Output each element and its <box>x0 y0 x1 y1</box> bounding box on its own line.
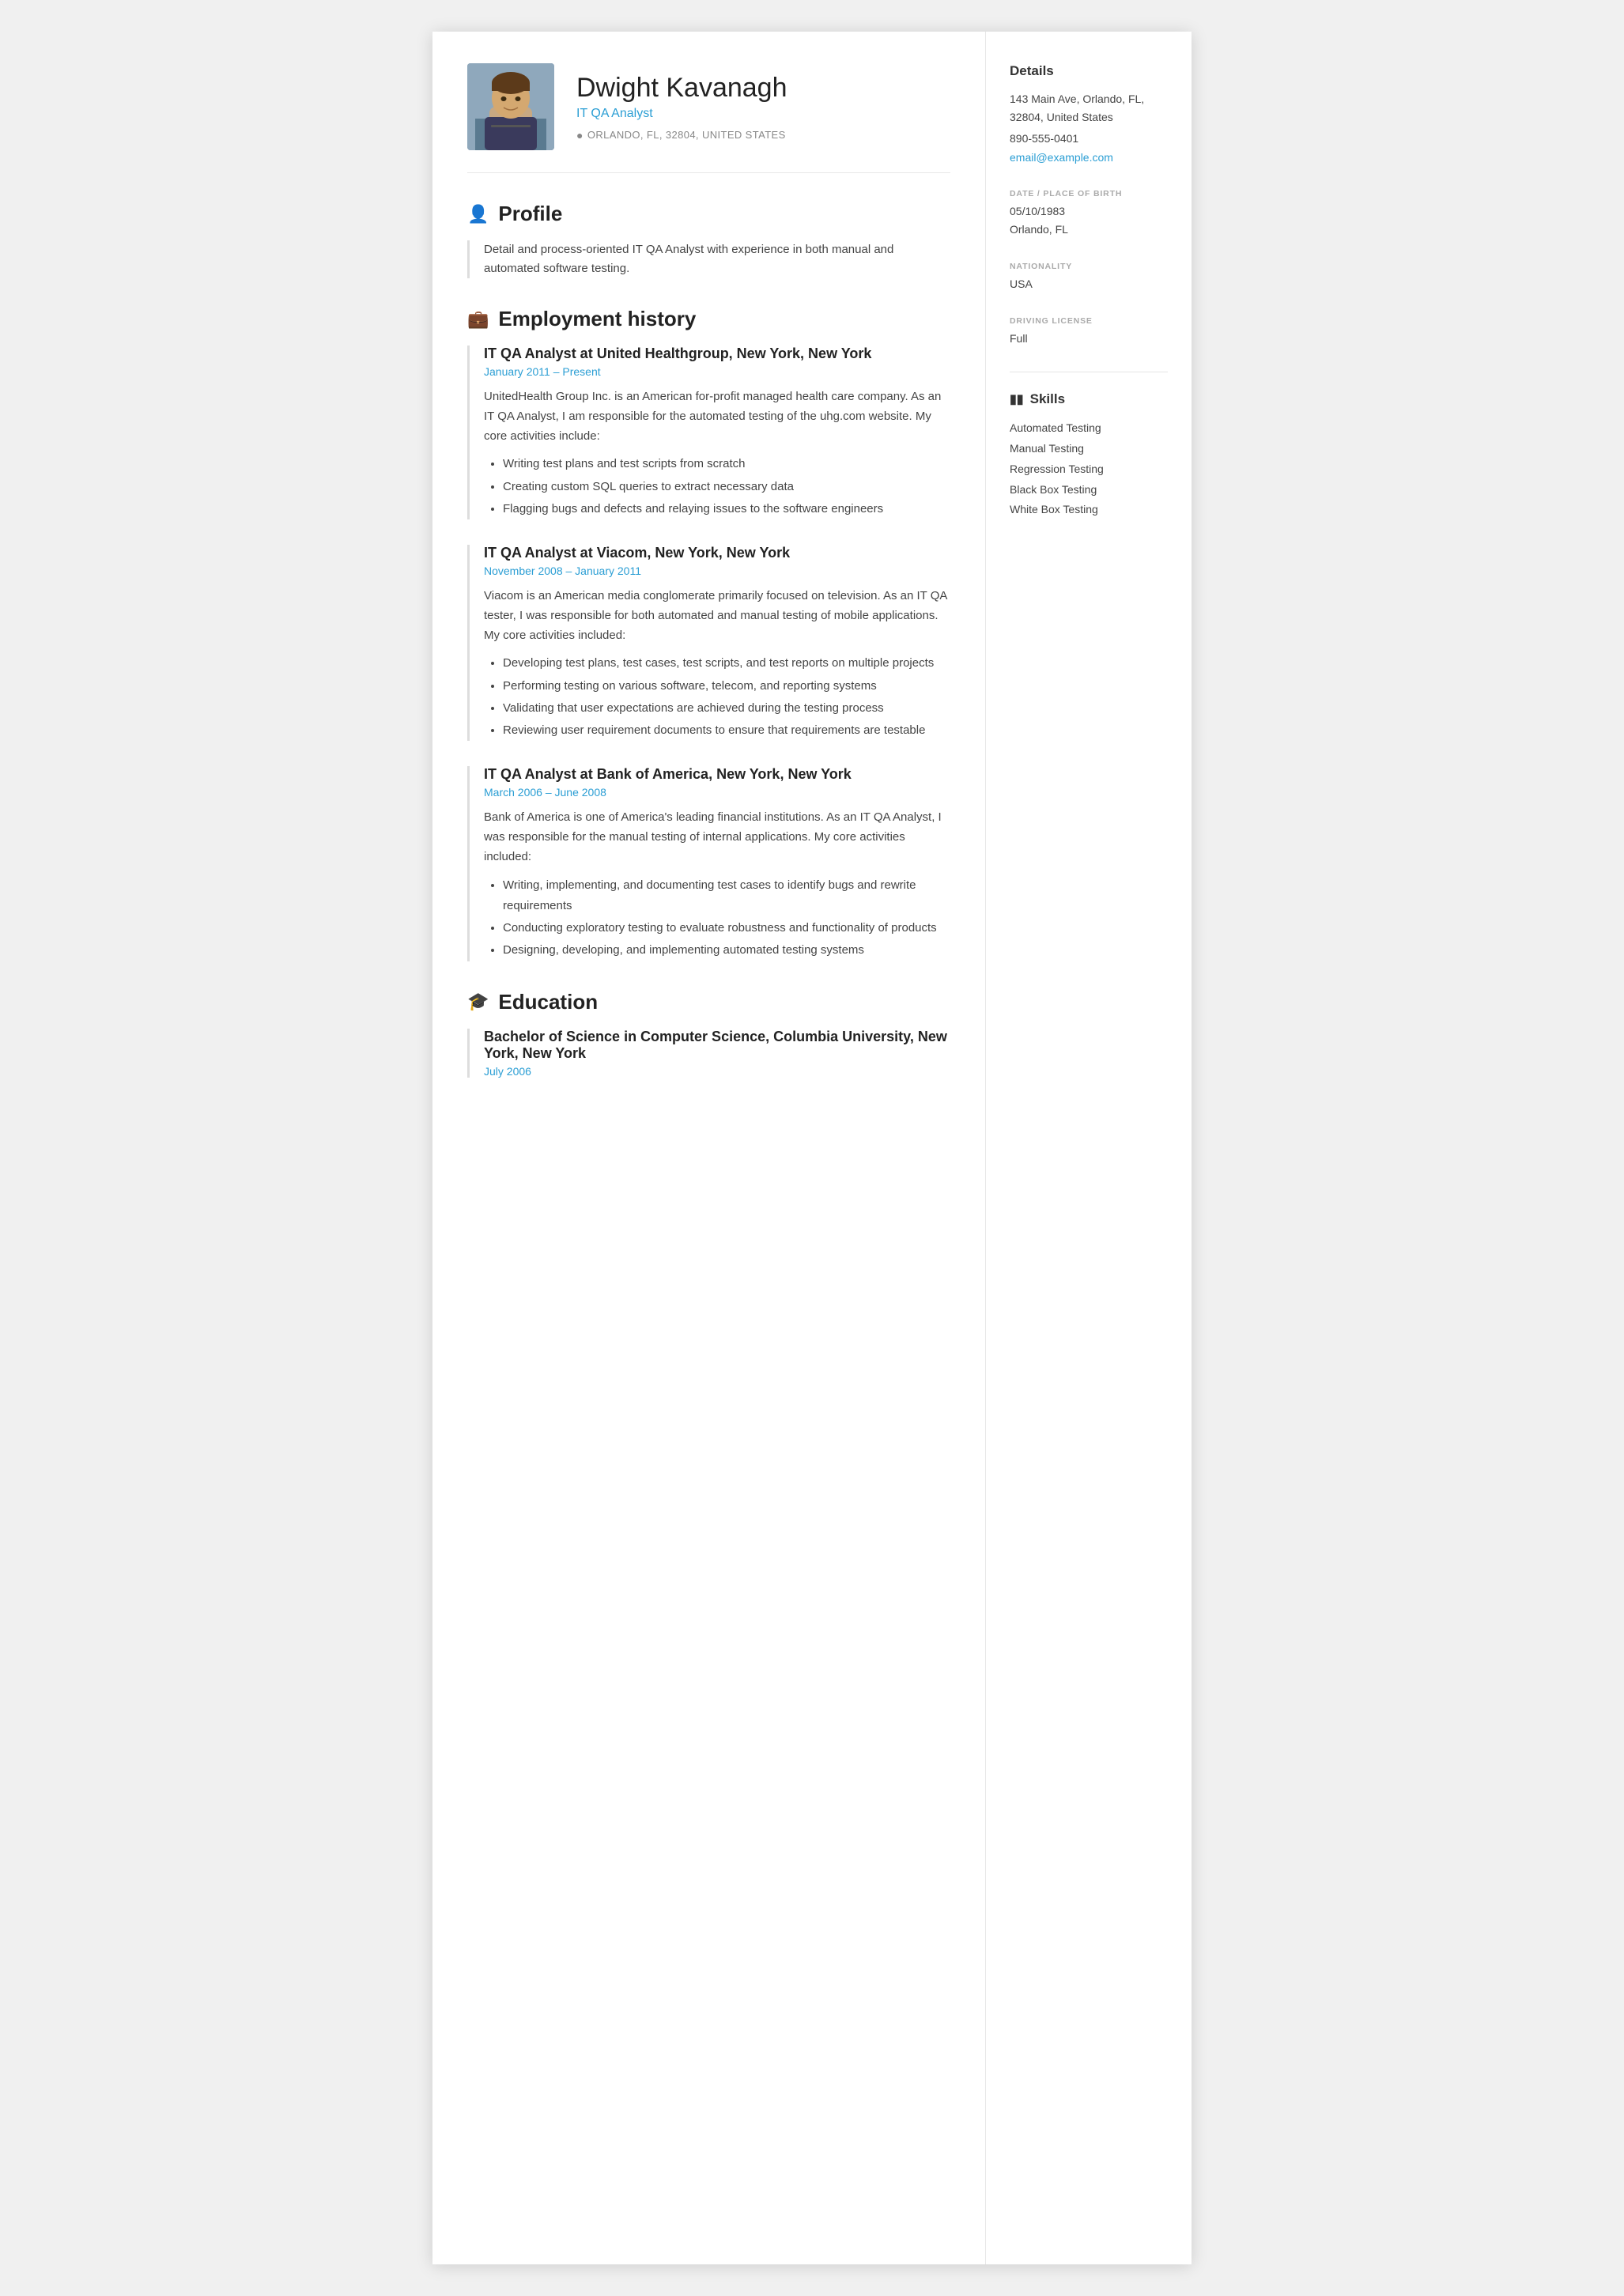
sidebar-details: Details 143 Main Ave, Orlando, FL, 32804… <box>1010 63 1168 165</box>
bullet-item: Designing, developing, and implementing … <box>503 940 950 961</box>
sidebar-address: 143 Main Ave, Orlando, FL, 32804, United… <box>1010 90 1168 127</box>
job-dates-1: January 2011 – Present <box>484 365 950 378</box>
education-section-title: 🎓 Education <box>467 990 950 1014</box>
sidebar-nationality: NATIONALITY USA <box>1010 262 1168 293</box>
edu-entry-1: Bachelor of Science in Computer Science,… <box>467 1029 950 1078</box>
skills-icon: ▮▮ <box>1010 391 1024 407</box>
bullet-item: Validating that user expectations are ac… <box>503 698 950 719</box>
sidebar-driving-value: Full <box>1010 330 1168 347</box>
skill-4: Black Box Testing <box>1010 480 1168 500</box>
bullet-item: Developing test plans, test cases, test … <box>503 653 950 674</box>
sidebar: Details 143 Main Ave, Orlando, FL, 32804… <box>986 32 1192 2264</box>
education-section: 🎓 Education Bachelor of Science in Compu… <box>467 990 950 1078</box>
candidate-location: ● ORLANDO, FL, 32804, UNITED STATES <box>576 129 787 142</box>
employment-icon: 💼 <box>467 309 489 330</box>
sidebar-phone: 890-555-0401 <box>1010 130 1168 148</box>
job-entry-2: IT QA Analyst at Viacom, New York, New Y… <box>467 545 950 741</box>
sidebar-driving: DRIVING LICENSE Full <box>1010 316 1168 347</box>
job-title-1: IT QA Analyst at United Healthgroup, New… <box>484 346 950 362</box>
candidate-name: Dwight Kavanagh <box>576 73 787 104</box>
sidebar-dob-value: 05/10/1983Orlando, FL <box>1010 202 1168 238</box>
edu-dates-1: July 2006 <box>484 1065 950 1078</box>
job-description-1: UnitedHealth Group Inc. is an American f… <box>484 387 950 446</box>
job-entry-3: IT QA Analyst at Bank of America, New Yo… <box>467 766 950 961</box>
job-title-3: IT QA Analyst at Bank of America, New Yo… <box>484 766 950 783</box>
skill-1: Automated Testing <box>1010 418 1168 439</box>
header: Dwight Kavanagh IT QA Analyst ● ORLANDO,… <box>467 63 950 173</box>
bullet-item: Writing test plans and test scripts from… <box>503 454 950 474</box>
sidebar-driving-label: DRIVING LICENSE <box>1010 316 1168 326</box>
job-bullets-3: Writing, implementing, and documenting t… <box>484 875 950 961</box>
education-icon: 🎓 <box>467 991 489 1012</box>
job-bullets-2: Developing test plans, test cases, test … <box>484 653 950 741</box>
employment-section-title: 💼 Employment history <box>467 307 950 331</box>
skill-5: White Box Testing <box>1010 500 1168 520</box>
candidate-job-title: IT QA Analyst <box>576 107 787 121</box>
header-info: Dwight Kavanagh IT QA Analyst ● ORLANDO,… <box>576 73 787 142</box>
sidebar-nationality-value: USA <box>1010 275 1168 293</box>
sidebar-dob: DATE / PLACE OF BIRTH 05/10/1983Orlando,… <box>1010 189 1168 238</box>
resume-container: Dwight Kavanagh IT QA Analyst ● ORLANDO,… <box>432 32 1192 2264</box>
job-title-2: IT QA Analyst at Viacom, New York, New Y… <box>484 545 950 561</box>
job-description-3: Bank of America is one of America's lead… <box>484 808 950 867</box>
main-content: Dwight Kavanagh IT QA Analyst ● ORLANDO,… <box>432 32 986 2264</box>
bullet-item: Conducting exploratory testing to evalua… <box>503 918 950 938</box>
bullet-item: Reviewing user requirement documents to … <box>503 720 950 741</box>
bullet-item: Creating custom SQL queries to extract n… <box>503 477 950 497</box>
job-entry-1: IT QA Analyst at United Healthgroup, New… <box>467 346 950 519</box>
job-bullets-1: Writing test plans and test scripts from… <box>484 454 950 519</box>
edu-degree-1: Bachelor of Science in Computer Science,… <box>484 1029 950 1062</box>
job-dates-2: November 2008 – January 2011 <box>484 565 950 577</box>
profile-icon: 👤 <box>467 204 489 225</box>
job-description-2: Viacom is an American media conglomerate… <box>484 587 950 645</box>
job-dates-3: March 2006 – June 2008 <box>484 786 950 799</box>
avatar <box>467 63 554 150</box>
profile-text: Detail and process-oriented IT QA Analys… <box>467 240 950 278</box>
bullet-item: Writing, implementing, and documenting t… <box>503 875 950 917</box>
profile-section-title: 👤 Profile <box>467 202 950 226</box>
sidebar-dob-label: DATE / PLACE OF BIRTH <box>1010 189 1168 198</box>
sidebar-email[interactable]: email@example.com <box>1010 151 1113 164</box>
sidebar-nationality-label: NATIONALITY <box>1010 262 1168 271</box>
location-icon: ● <box>576 129 584 142</box>
profile-section: 👤 Profile Detail and process-oriented IT… <box>467 202 950 278</box>
skill-3: Regression Testing <box>1010 459 1168 480</box>
bullet-item: Flagging bugs and defects and relaying i… <box>503 499 950 519</box>
skill-2: Manual Testing <box>1010 439 1168 459</box>
skills-section-title: ▮▮ Skills <box>1010 391 1168 407</box>
sidebar-skills: ▮▮ Skills Automated Testing Manual Testi… <box>1010 391 1168 520</box>
employment-section: 💼 Employment history IT QA Analyst at Un… <box>467 307 950 961</box>
bullet-item: Performing testing on various software, … <box>503 676 950 697</box>
sidebar-details-title: Details <box>1010 63 1168 79</box>
